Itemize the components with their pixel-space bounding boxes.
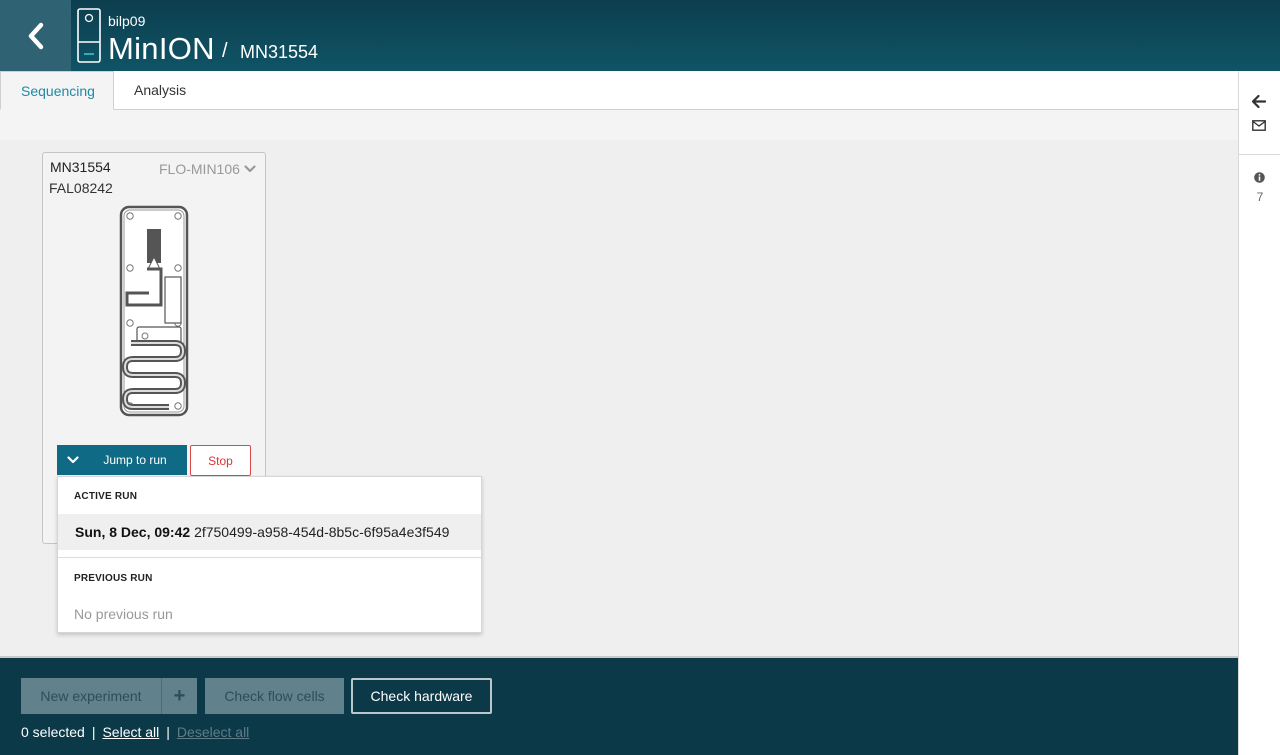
rail-divider xyxy=(1239,154,1280,155)
active-run-id: 2f750499-a958-454d-8b5c-6f95a4e3f549 xyxy=(194,524,450,540)
footer-toolbar: New experiment + Check flow cells Check … xyxy=(0,656,1238,755)
tab-sequencing[interactable]: Sequencing xyxy=(0,71,114,110)
new-experiment-label: New experiment xyxy=(40,688,142,704)
info-icon[interactable] xyxy=(1251,169,1267,185)
app-header: bilp09 MinION / MN31554 xyxy=(0,0,1280,71)
check-hardware-button[interactable]: Check hardware xyxy=(351,678,492,714)
deselect-all-link[interactable]: Deselect all xyxy=(177,724,249,740)
jump-to-run-label: Jump to run xyxy=(103,453,167,467)
jump-to-run-button[interactable]: Jump to run xyxy=(57,445,187,475)
breadcrumb-separator: / xyxy=(222,40,228,62)
chevron-down-icon xyxy=(57,456,89,464)
info-count: 7 xyxy=(1256,190,1264,204)
active-run-date: Sun, 8 Dec, 09:42 xyxy=(75,524,191,540)
device-type-title: MinION xyxy=(108,31,215,66)
no-previous-run-text: No previous run xyxy=(74,606,173,622)
device-id-breadcrumb: MN31554 xyxy=(240,42,319,62)
chevron-left-icon xyxy=(28,22,43,49)
new-experiment-button[interactable]: New experiment + xyxy=(21,678,197,714)
previous-run-heading: PREVIOUS RUN xyxy=(74,573,153,584)
selection-divider: | xyxy=(91,724,96,740)
dropdown-divider xyxy=(58,557,481,558)
select-all-link[interactable]: Select all xyxy=(102,724,159,740)
chevron-down-icon xyxy=(244,165,256,173)
run-dropdown-menu: ACTIVE RUN Sun, 8 Dec, 09:42 2f750499-a9… xyxy=(57,476,482,633)
envelope-icon[interactable] xyxy=(1251,117,1267,133)
flow-cell-id: FAL08242 xyxy=(49,180,113,196)
plus-icon[interactable]: + xyxy=(162,678,197,714)
flow-cell-illustration xyxy=(119,205,189,417)
active-run-heading: ACTIVE RUN xyxy=(74,491,138,502)
arrow-left-icon[interactable] xyxy=(1251,93,1267,109)
back-button[interactable] xyxy=(0,0,71,71)
selected-count: 0 selected xyxy=(21,724,85,740)
position-id: MN31554 xyxy=(50,159,111,175)
check-flow-cells-button[interactable]: Check flow cells xyxy=(205,678,344,714)
flow-cell-type-label: FLO-MIN106 xyxy=(159,161,240,177)
selection-divider: | xyxy=(166,724,170,740)
minion-device-icon xyxy=(77,8,101,63)
active-run-item[interactable]: Sun, 8 Dec, 09:42 2f750499-a958-454d-8b5… xyxy=(58,514,481,550)
host-name: bilp09 xyxy=(108,13,146,29)
selection-controls: 0 selected | Select all | Deselect all xyxy=(21,724,249,740)
right-side-rail: 7 xyxy=(1238,71,1280,755)
tab-bar: Sequencing Analysis xyxy=(0,71,1238,110)
stop-button[interactable]: Stop xyxy=(190,445,251,476)
flow-cell-type-select[interactable]: FLO-MIN106 xyxy=(159,161,256,177)
tab-analysis[interactable]: Analysis xyxy=(114,71,206,110)
